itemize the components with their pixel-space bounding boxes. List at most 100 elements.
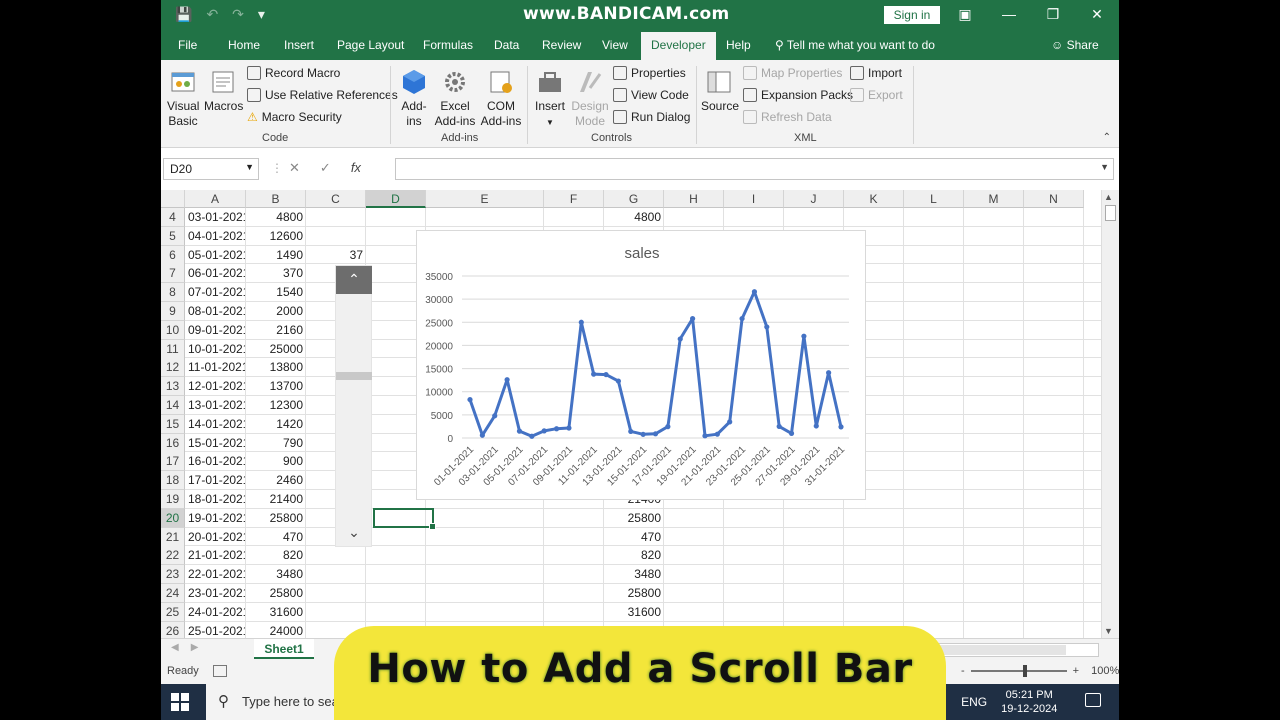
scroll-down-arrow[interactable]: ⌄ (336, 518, 372, 546)
column-header-j[interactable]: J (784, 190, 844, 208)
row-header[interactable]: 7 (161, 264, 185, 284)
row-header[interactable]: 9 (161, 302, 185, 321)
select-all-corner[interactable] (161, 190, 185, 208)
expansion-packs-button[interactable]: Expansion Packs (743, 88, 853, 102)
row-header[interactable]: 17 (161, 452, 185, 472)
refresh-data-button[interactable]: Refresh Data (743, 110, 832, 124)
tab-data[interactable]: Data (494, 38, 519, 52)
zoom-level[interactable]: 100% (1091, 665, 1119, 677)
cell-sales[interactable]: 12600 (246, 227, 303, 246)
cell-date[interactable]: 05-01-2021 (188, 246, 245, 265)
tab-help[interactable]: Help (726, 38, 751, 52)
customize-qat-icon[interactable]: ▾ (258, 6, 265, 23)
cancel-icon[interactable]: ✕ (289, 160, 300, 176)
export-button[interactable]: Export (850, 88, 903, 102)
cell-sales[interactable]: 2460 (246, 471, 303, 490)
cell-sales[interactable]: 25000 (246, 340, 303, 359)
cell-date[interactable]: 24-01-2021 (188, 603, 245, 622)
zoom-slider[interactable]: - + 100% (961, 665, 1119, 677)
cell-sales[interactable]: 31600 (246, 603, 303, 622)
tab-page-layout[interactable]: Page Layout (337, 38, 404, 52)
expand-formula-icon[interactable]: ▼ (1100, 162, 1109, 172)
cell-date[interactable]: 18-01-2021 (188, 490, 245, 509)
tab-formulas[interactable]: Formulas (423, 38, 473, 52)
cell-g[interactable]: 3480 (604, 565, 661, 584)
row-header[interactable]: 20 (161, 508, 185, 528)
cell-sales[interactable]: 21400 (246, 490, 303, 509)
column-header-k[interactable]: K (844, 190, 904, 208)
redo-icon[interactable]: ↷ (232, 6, 244, 23)
cell-date[interactable]: 06-01-2021 (188, 264, 245, 283)
column-header-d[interactable]: D (366, 190, 426, 208)
scroll-up-arrow[interactable]: ⌃ (336, 266, 372, 294)
cell-sales[interactable]: 1490 (246, 246, 303, 265)
row-header[interactable]: 22 (161, 546, 185, 566)
tab-developer[interactable]: Developer (641, 32, 716, 60)
cell-date[interactable]: 20-01-2021 (188, 528, 245, 547)
cell-g[interactable]: 25800 (604, 584, 661, 603)
sales-chart[interactable]: sales 0 5000 10000 15000 20000 25000 30000 35000… (416, 230, 866, 500)
cell-sales[interactable]: 13700 (246, 377, 303, 396)
macro-security-button[interactable]: ⚠ Macro Security (247, 110, 342, 124)
cell-date[interactable]: 13-01-2021 (188, 396, 245, 415)
cell-date[interactable]: 17-01-2021 (188, 471, 245, 490)
row-header[interactable]: 19 (161, 490, 185, 509)
cell-date[interactable]: 12-01-2021 (188, 377, 245, 396)
cell-sales[interactable]: 2160 (246, 321, 303, 340)
properties-button[interactable]: Properties (613, 66, 686, 80)
import-button[interactable]: Import (850, 66, 902, 80)
cell-date[interactable]: 14-01-2021 (188, 415, 245, 434)
visual-basic-button[interactable]: Visual Basic (167, 68, 199, 129)
sheet-nav-arrows[interactable]: ◀▶ (171, 642, 210, 653)
tab-view[interactable]: View (602, 38, 628, 52)
worksheet-grid[interactable]: A B C D E F G H I J K L M N 4 03-01-2021 4800 4800 5 04-01-… (161, 190, 1101, 640)
row-header[interactable]: 12 (161, 358, 185, 378)
cell-sales[interactable]: 1420 (246, 415, 303, 434)
cell-date[interactable]: 07-01-2021 (188, 283, 245, 302)
row-header[interactable]: 24 (161, 584, 185, 603)
row-header[interactable]: 10 (161, 320, 185, 340)
close-button[interactable]: ✕ (1075, 0, 1119, 31)
macro-recording-icon[interactable] (213, 665, 227, 677)
share-button[interactable]: ☺ Share (1051, 38, 1099, 52)
com-add-ins-button[interactable]: COM Add-ins (479, 68, 523, 129)
cell-date[interactable]: 19-01-2021 (188, 509, 245, 528)
save-icon[interactable]: 💾 (175, 6, 192, 23)
column-header-i[interactable]: I (724, 190, 784, 208)
cell-sales[interactable]: 13800 (246, 358, 303, 377)
column-header-n[interactable]: N (1024, 190, 1084, 208)
cell-sales[interactable]: 25800 (246, 584, 303, 603)
cell-sales[interactable]: 3480 (246, 565, 303, 584)
row-header[interactable]: 18 (161, 471, 185, 491)
zoom-in-button[interactable]: + (1073, 665, 1079, 677)
source-button[interactable]: Source (701, 68, 739, 114)
zoom-track[interactable] (970, 665, 1067, 677)
design-mode-button[interactable]: Design Mode (571, 68, 609, 129)
cell-sales[interactable]: 4800 (246, 208, 303, 227)
name-box[interactable]: D20 ▼ (163, 158, 259, 180)
row-header[interactable]: 11 (161, 339, 185, 359)
row-header[interactable]: 8 (161, 283, 185, 303)
row-header[interactable]: 13 (161, 377, 185, 397)
cell-date[interactable]: 10-01-2021 (188, 340, 245, 359)
row-header[interactable]: 4 (161, 208, 185, 227)
cell-g[interactable]: 820 (604, 546, 661, 565)
collapse-ribbon-icon[interactable]: ⌃ (1103, 132, 1111, 143)
cell-date[interactable]: 04-01-2021 (188, 227, 245, 246)
column-header-g[interactable]: G (604, 190, 664, 208)
column-header-a[interactable]: A (185, 190, 246, 208)
zoom-out-button[interactable]: - (961, 665, 965, 677)
scroll-up-icon[interactable]: ▲ (1104, 192, 1113, 202)
scroll-bar-thumb[interactable] (336, 372, 372, 380)
cell-date[interactable]: 11-01-2021 (188, 358, 245, 377)
cell-sales[interactable]: 900 (246, 452, 303, 471)
vertical-scroll-thumb[interactable] (1105, 205, 1116, 221)
enter-icon[interactable]: ✓ (320, 160, 331, 176)
column-header-h[interactable]: H (664, 190, 724, 208)
cell-date[interactable]: 22-01-2021 (188, 565, 245, 584)
macros-button[interactable]: Macros (204, 68, 243, 114)
drag-handle-icon[interactable]: ⋮ (271, 161, 283, 175)
row-header[interactable]: 5 (161, 226, 185, 246)
column-header-c[interactable]: C (306, 190, 366, 208)
add-ins-button[interactable]: Add-ins (399, 68, 429, 129)
